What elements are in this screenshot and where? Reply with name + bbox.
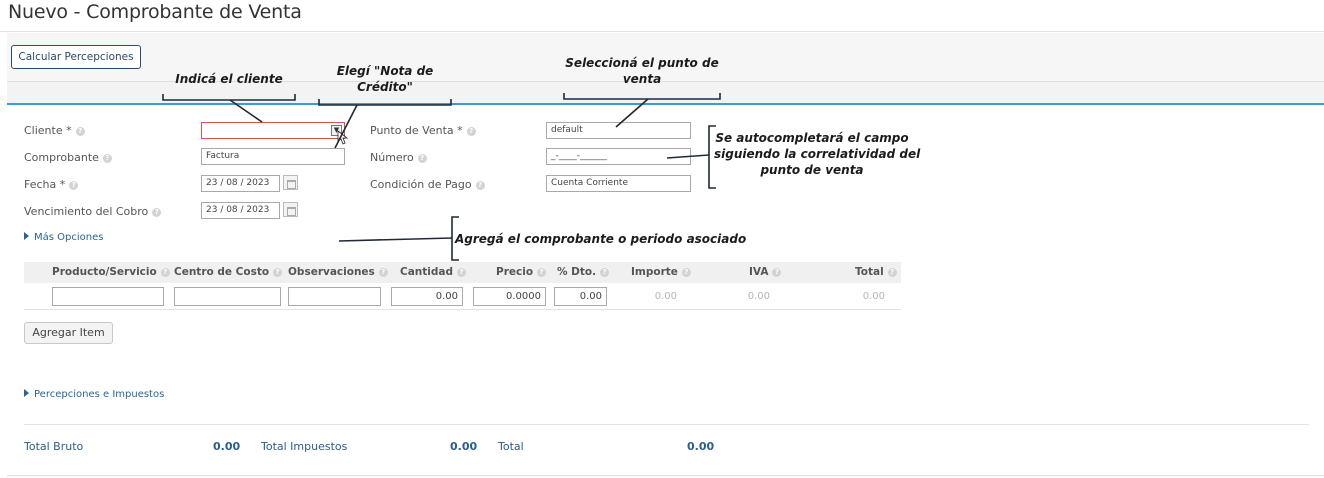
totals-divider bbox=[24, 424, 1309, 425]
annotation-autocompletar: Se autocompletará el campo siguiendo la … bbox=[714, 130, 921, 178]
annotation-auto-line3: punto de venta bbox=[760, 163, 864, 177]
precio-input[interactable]: 0.0000 bbox=[473, 287, 546, 306]
condicion-label: Condición de Pago? bbox=[370, 178, 485, 191]
vencimiento-label-text: Vencimiento del Cobro bbox=[24, 205, 149, 218]
producto-input[interactable] bbox=[52, 287, 164, 306]
help-icon[interactable]: ? bbox=[466, 127, 476, 136]
col-producto: Producto/Servicio? bbox=[52, 266, 170, 278]
col-precio-label: Precio bbox=[496, 266, 534, 278]
total-value-final: 0.00 bbox=[687, 440, 715, 453]
vencimiento-input[interactable]: 23 / 08 / 2023 bbox=[201, 202, 280, 219]
vencimiento-label: Vencimiento del Cobro? bbox=[24, 205, 162, 218]
cliente-label-text: Cliente * bbox=[24, 124, 72, 137]
help-icon[interactable]: ? bbox=[600, 268, 610, 277]
calendar-icon[interactable] bbox=[283, 175, 298, 190]
caret-right-icon bbox=[24, 389, 29, 397]
comprobante-label: Comprobante? bbox=[24, 151, 112, 164]
col-cantidad: Cantidad? bbox=[400, 266, 467, 278]
percepciones-label: Percepciones e Impuestos bbox=[34, 389, 165, 400]
numero-label-text: Número bbox=[370, 151, 414, 164]
help-icon[interactable]: ? bbox=[69, 181, 79, 190]
annotation-auto-line2: siguiendo la correlatividad del bbox=[714, 147, 921, 161]
col-total-label: Total bbox=[855, 266, 884, 278]
help-icon[interactable]: ? bbox=[75, 127, 85, 136]
cliente-label: Cliente *? bbox=[24, 124, 85, 137]
numero-label: Número? bbox=[370, 151, 427, 164]
help-icon[interactable]: ? bbox=[102, 154, 112, 163]
col-cantidad-label: Cantidad bbox=[400, 266, 454, 278]
help-icon[interactable]: ? bbox=[772, 268, 782, 277]
cliente-select[interactable] bbox=[201, 122, 345, 139]
fecha-label-text: Fecha * bbox=[24, 178, 66, 191]
help-icon[interactable]: ? bbox=[537, 268, 547, 277]
percepciones-toggle[interactable]: Percepciones e Impuestos bbox=[24, 389, 164, 400]
page-title: Nuevo - Comprobante de Venta bbox=[8, 1, 302, 23]
col-centro: Centro de Costo? bbox=[174, 266, 283, 278]
annotation-auto-line1: Se autocompletará el campo bbox=[715, 131, 909, 145]
help-icon[interactable]: ? bbox=[152, 208, 162, 217]
annotation-cliente: Indicá el cliente bbox=[175, 72, 283, 86]
col-iva-label: IVA bbox=[749, 266, 769, 278]
annotation-nota-line1: Elegí "Nota de bbox=[336, 64, 434, 78]
condicion-label-text: Condición de Pago bbox=[370, 178, 472, 191]
chevron-down-icon[interactable]: ▼ bbox=[331, 125, 342, 136]
help-icon[interactable]: ? bbox=[378, 268, 388, 277]
col-importe-label: Importe bbox=[631, 266, 678, 278]
help-icon[interactable]: ? bbox=[273, 268, 283, 277]
table-row-divider bbox=[24, 309, 901, 310]
col-observaciones-label: Observaciones bbox=[288, 266, 375, 278]
col-centro-label: Centro de Costo bbox=[174, 266, 270, 278]
help-icon[interactable]: ? bbox=[475, 181, 485, 190]
col-dto: % Dto.? bbox=[557, 266, 610, 278]
col-dto-label: % Dto. bbox=[557, 266, 597, 278]
caret-right-icon bbox=[24, 232, 29, 240]
calendar-icon[interactable] bbox=[283, 202, 298, 217]
centro-costo-input[interactable] bbox=[174, 287, 281, 306]
descuento-input[interactable]: 0.00 bbox=[554, 287, 607, 306]
help-icon[interactable]: ? bbox=[417, 154, 427, 163]
header-divider bbox=[0, 31, 1324, 32]
annotation-nota-line2: Crédito" bbox=[357, 80, 413, 94]
mas-opciones-label: Más Opciones bbox=[34, 232, 104, 243]
help-icon[interactable]: ? bbox=[681, 268, 691, 277]
annotation-punto-line1: Seleccioná el punto de bbox=[565, 56, 719, 70]
annotation-punto-venta: Seleccioná el punto de venta bbox=[562, 55, 722, 87]
total-bruto-label: Total Bruto bbox=[24, 440, 84, 453]
punto-venta-label-text: Punto de Venta * bbox=[370, 124, 463, 137]
agregar-item-button[interactable]: Agregar Item bbox=[24, 322, 113, 344]
observaciones-input[interactable] bbox=[288, 287, 381, 306]
iva-value: 0.00 bbox=[747, 291, 770, 302]
punto-venta-label: Punto de Venta *? bbox=[370, 124, 476, 137]
col-precio: Precio? bbox=[496, 266, 547, 278]
col-iva: IVA? bbox=[749, 266, 782, 278]
mas-opciones-toggle[interactable]: Más Opciones bbox=[24, 232, 103, 243]
total-impuestos-label: Total Impuestos bbox=[261, 440, 348, 453]
col-observaciones: Observaciones? bbox=[288, 266, 388, 278]
punto-venta-input[interactable]: default bbox=[546, 122, 691, 139]
annotation-nota-credito: Elegí "Nota de Crédito" bbox=[312, 63, 458, 95]
col-producto-label: Producto/Servicio bbox=[52, 266, 157, 278]
numero-input[interactable]: _-____-______ bbox=[546, 148, 691, 165]
help-icon[interactable]: ? bbox=[457, 268, 467, 277]
comprobante-label-text: Comprobante bbox=[24, 151, 99, 164]
calcular-percepciones-button[interactable]: Calcular Percepciones bbox=[11, 45, 141, 69]
annotation-asociado: Agregá el comprobante o periodo asociado bbox=[455, 232, 747, 246]
fecha-input[interactable]: 23 / 08 / 2023 bbox=[201, 175, 280, 192]
annotation-punto-line2: venta bbox=[622, 72, 662, 86]
help-icon[interactable]: ? bbox=[887, 268, 897, 277]
total-value: 0.00 bbox=[862, 291, 885, 302]
col-total: Total? bbox=[855, 266, 897, 278]
help-icon[interactable]: ? bbox=[160, 268, 170, 277]
fecha-label: Fecha *? bbox=[24, 178, 79, 191]
importe-value: 0.00 bbox=[654, 291, 677, 302]
total-bruto-value: 0.00 bbox=[213, 440, 241, 453]
col-importe: Importe? bbox=[631, 266, 691, 278]
total-label: Total bbox=[498, 440, 524, 453]
cantidad-input[interactable]: 0.00 bbox=[391, 287, 463, 306]
comprobante-select[interactable]: Factura bbox=[201, 148, 345, 165]
condicion-select[interactable]: Cuenta Corriente bbox=[546, 175, 691, 192]
total-impuestos-value: 0.00 bbox=[450, 440, 478, 453]
